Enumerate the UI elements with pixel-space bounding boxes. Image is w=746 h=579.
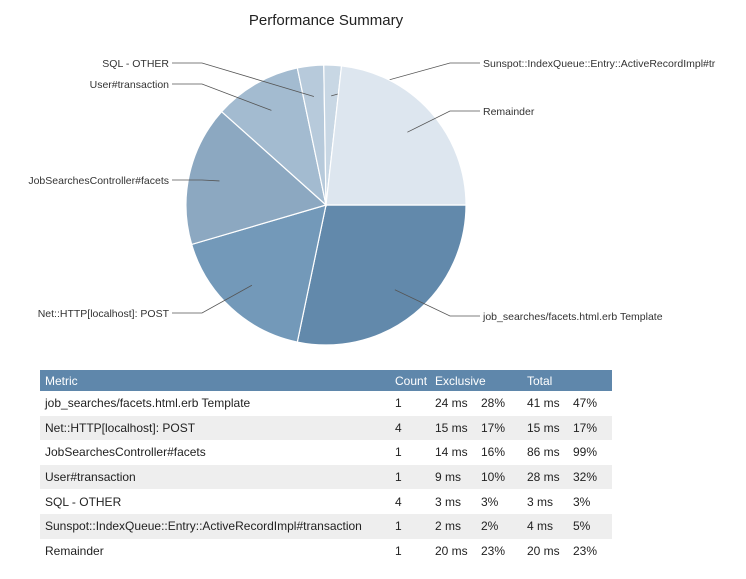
- table-row: Net::HTTP[localhost]: POST 4 15 ms 17% 15…: [40, 415, 612, 441]
- pie-slice-remainder: [325, 65, 467, 206]
- metric-cell: SQL - OTHER: [45, 494, 122, 509]
- total-cell: 41 ms 47%: [522, 391, 612, 416]
- exclusive-pct: 10%: [481, 470, 506, 485]
- table-row: Sunspot::IndexQueue::Entry::ActiveRecord…: [40, 513, 612, 539]
- header-exclusive[interactable]: Exclusive: [430, 370, 522, 391]
- count-cell: 1: [390, 464, 430, 490]
- total-pct: 3%: [573, 494, 591, 509]
- exclusive-cell: 2 ms 2%: [430, 513, 522, 539]
- total-pct: 23%: [573, 543, 598, 558]
- total-ms: 41 ms: [527, 396, 560, 411]
- total-cell: 3 ms 3%: [522, 489, 612, 514]
- metric-cell: job_searches/facets.html.erb Template: [45, 396, 251, 411]
- slice-label-sql-other: SQL - OTHER: [102, 58, 169, 70]
- count-cell: 1: [395, 396, 402, 411]
- count-cell: 1: [395, 445, 402, 460]
- pie-slice-template: [296, 204, 467, 346]
- total-cell: 86 ms 99%: [522, 440, 612, 465]
- table-row: JobSearchesController#facets 1 14 ms 16% …: [40, 440, 612, 465]
- exclusive-pct: 17%: [481, 420, 506, 435]
- total-ms: 3 ms: [527, 494, 554, 509]
- table-row: job_searches/facets.html.erb Template 1 …: [40, 391, 612, 416]
- table-row: SQL - OTHER 4 3 ms 3% 3 ms 3%: [40, 489, 612, 514]
- total-pct: 17%: [573, 420, 598, 435]
- exclusive-cell: 14 ms 16%: [430, 440, 522, 465]
- exclusive-pct: 16%: [481, 445, 506, 460]
- slice-label-net-http-post: Net::HTTP[localhost]: POST: [38, 308, 170, 320]
- total-ms: 20 ms: [527, 543, 560, 558]
- header-total[interactable]: Total: [522, 370, 612, 391]
- total-pct: 99%: [573, 445, 598, 460]
- exclusive-cell: 15 ms 17%: [430, 415, 522, 441]
- total-cell: 4 ms 5%: [522, 513, 612, 539]
- exclusive-ms: 2 ms: [435, 519, 462, 534]
- table-row: User#transaction 1 9 ms 10% 28 ms 32%: [40, 464, 612, 490]
- count-cell: 1: [390, 513, 430, 539]
- exclusive-ms: 24 ms: [435, 396, 468, 411]
- exclusive-cell: 3 ms 3%: [430, 489, 522, 514]
- metrics-table: Metric Count Exclusive Total job_searche…: [40, 370, 612, 563]
- count-cell: 1: [395, 543, 402, 558]
- slice-label-controller-facets: JobSearchesController#facets: [28, 175, 169, 187]
- metric-cell: Remainder: [45, 543, 104, 558]
- table-row: Remainder 1 20 ms 23% 20 ms 23%: [40, 539, 612, 564]
- metric-cell: User#transaction: [40, 464, 390, 490]
- slice-label-sunspot: Sunspot::IndexQueue::Entry::ActiveRecord…: [483, 58, 716, 70]
- exclusive-ms: 14 ms: [435, 445, 468, 460]
- metric-cell: JobSearchesController#facets: [45, 445, 206, 460]
- exclusive-ms: 15 ms: [435, 420, 468, 435]
- exclusive-pct: 23%: [481, 543, 506, 558]
- exclusive-pct: 2%: [481, 519, 499, 534]
- total-pct: 47%: [573, 396, 598, 411]
- total-ms: 86 ms: [527, 445, 560, 460]
- exclusive-cell: 20 ms 23%: [430, 539, 522, 564]
- exclusive-ms: 20 ms: [435, 543, 468, 558]
- metric-cell: Net::HTTP[localhost]: POST: [40, 415, 390, 441]
- total-ms: 28 ms: [527, 470, 560, 485]
- exclusive-cell: 24 ms 28%: [430, 391, 522, 416]
- total-cell: 15 ms 17%: [522, 415, 612, 441]
- exclusive-cell: 9 ms 10%: [430, 464, 522, 490]
- total-pct: 32%: [573, 470, 598, 485]
- slice-label-user-transaction: User#transaction: [90, 79, 170, 91]
- metric-cell: Sunspot::IndexQueue::Entry::ActiveRecord…: [40, 513, 390, 539]
- total-cell: 28 ms 32%: [522, 464, 612, 490]
- total-cell: 20 ms 23%: [522, 539, 612, 564]
- header-count[interactable]: Count: [390, 370, 430, 391]
- exclusive-pct: 3%: [481, 494, 499, 509]
- total-pct: 5%: [573, 519, 591, 534]
- count-cell: 4: [395, 494, 402, 509]
- header-metric[interactable]: Metric: [40, 370, 390, 391]
- total-ms: 4 ms: [527, 519, 554, 534]
- pie-chart: job_searches/facets.html.erb Template Net…: [28, 58, 716, 346]
- exclusive-pct: 28%: [481, 396, 506, 411]
- slice-label-template: job_searches/facets.html.erb Template: [482, 311, 663, 323]
- total-ms: 15 ms: [527, 420, 560, 435]
- slice-label-remainder: Remainder: [483, 106, 535, 118]
- count-cell: 4: [390, 415, 430, 441]
- exclusive-ms: 3 ms: [435, 494, 462, 509]
- table-header-row: Metric Count Exclusive Total: [40, 370, 612, 391]
- exclusive-ms: 9 ms: [435, 470, 462, 485]
